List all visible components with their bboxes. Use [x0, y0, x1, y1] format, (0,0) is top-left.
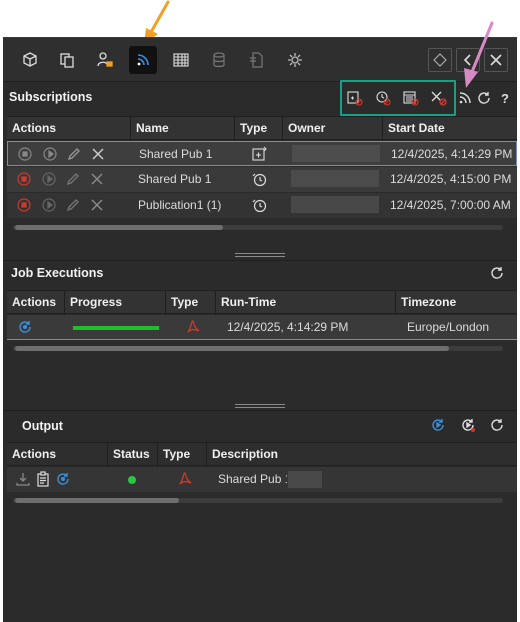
cube-icon[interactable]: [16, 46, 44, 74]
output-description: Shared Pub 1: [218, 472, 287, 486]
copy-icon[interactable]: [53, 46, 81, 74]
start-date: 12/4/2025, 4:14:29 PM: [391, 147, 513, 161]
column-header-progress[interactable]: Progress: [65, 291, 166, 315]
column-header-timezone[interactable]: Timezone: [396, 291, 517, 315]
table-row[interactable]: Shared Pub 1 12/4/2025, 4:14:29 PM: [7, 141, 517, 166]
delete-icon[interactable]: [89, 197, 105, 213]
column-header-owner[interactable]: Owner: [283, 117, 383, 141]
column-header-actions[interactable]: Actions: [7, 291, 65, 315]
column-header-description[interactable]: Description: [207, 443, 517, 467]
rerun-icon[interactable]: [55, 471, 71, 487]
rss-feed-icon[interactable]: [129, 46, 157, 74]
status-success-indicator: [128, 476, 136, 484]
refresh-icon[interactable]: [487, 415, 507, 435]
top-toolbar: [3, 38, 517, 82]
column-header-type[interactable]: Type: [235, 117, 283, 141]
run-icon[interactable]: [41, 197, 57, 213]
subscription-name: Shared Pub 1: [139, 147, 213, 161]
stop-icon[interactable]: [16, 171, 32, 187]
table-row[interactable]: 12/4/2025, 4:14:29 PM Europe/London: [7, 315, 517, 340]
subscription-name: Shared Pub 1: [138, 172, 212, 186]
pdf-icon: [185, 319, 201, 335]
job-executions-title: Job Executions: [11, 266, 104, 280]
refresh-run-icon[interactable]: [17, 319, 33, 335]
help-icon[interactable]: ?: [495, 88, 515, 108]
publication-type-icon: [252, 146, 268, 162]
run-icon[interactable]: [41, 171, 57, 187]
subscriptions-scrollbar-thumb[interactable]: [15, 225, 223, 230]
owner-redacted: [292, 145, 380, 162]
schedule-type-icon: [252, 197, 268, 213]
column-header-name[interactable]: Name: [131, 117, 235, 141]
annotation-arrow-pink: [464, 21, 494, 88]
column-header-type[interactable]: Type: [158, 443, 207, 467]
rerun-with-errors-icon[interactable]: [458, 415, 478, 435]
column-header-run-time[interactable]: Run-Time: [216, 291, 396, 315]
start-date: 12/4/2025, 4:15:00 PM: [390, 172, 512, 186]
table-row[interactable]: Shared Pub 1 12/4/2025, 4:15:00 PM: [7, 167, 517, 192]
table-row[interactable]: Publication1 (1) 12/4/2025, 7:00:00 AM: [7, 193, 517, 218]
stop-icon[interactable]: [17, 146, 33, 162]
column-header-actions[interactable]: Actions: [7, 117, 131, 141]
schedule-type-icon: [252, 171, 268, 187]
run-icon[interactable]: [42, 146, 58, 162]
rerun-icon[interactable]: [428, 415, 448, 435]
column-header-actions[interactable]: Actions: [7, 443, 108, 467]
edit-icon[interactable]: [65, 197, 81, 213]
job-executions-grid-header: Actions Progress Type Run-Time Timezone: [7, 290, 517, 315]
settings-icon[interactable]: [281, 46, 309, 74]
clipboard-icon[interactable]: [35, 471, 51, 487]
delete-icon[interactable]: [90, 146, 106, 162]
job-executions-scrollbar-thumb[interactable]: [15, 346, 449, 351]
document-icon[interactable]: [243, 46, 271, 74]
owner-redacted: [291, 196, 379, 213]
progress-bar: [73, 326, 159, 330]
user-lock-icon[interactable]: [91, 46, 119, 74]
grid-icon[interactable]: [167, 46, 195, 74]
output-grid-header: Actions Status Type Description: [7, 442, 517, 467]
download-icon[interactable]: [15, 471, 31, 487]
highlight-annotation-box: [340, 80, 456, 116]
subscriptions-title: Subscriptions: [9, 90, 93, 104]
start-date: 12/4/2025, 7:00:00 AM: [390, 198, 511, 212]
column-header-start-date[interactable]: Start Date: [383, 117, 517, 141]
table-row[interactable]: Shared Pub 1: [7, 467, 517, 492]
subscriptions-grid-header: Actions Name Type Owner Start Date: [7, 116, 517, 141]
description-redacted: [288, 471, 322, 488]
diamond-button[interactable]: [428, 48, 452, 72]
stop-icon[interactable]: [16, 197, 32, 213]
output-scrollbar-thumb[interactable]: [15, 498, 179, 503]
column-header-status[interactable]: Status: [108, 443, 158, 467]
splitter-handle[interactable]: [235, 253, 285, 257]
svg-text:?: ?: [501, 91, 509, 106]
subscription-name: Publication1 (1): [138, 198, 222, 212]
splitter-handle[interactable]: [235, 404, 285, 408]
owner-redacted: [291, 170, 379, 187]
edit-icon[interactable]: [66, 146, 82, 162]
output-title: Output: [22, 419, 63, 433]
pdf-icon: [177, 471, 193, 487]
database-icon[interactable]: [205, 46, 233, 74]
edit-icon[interactable]: [65, 171, 81, 187]
column-header-type[interactable]: Type: [166, 291, 216, 315]
main-panel: Subscriptions ? Actions Name Type Owner …: [3, 37, 517, 622]
run-time: 12/4/2025, 4:14:29 PM: [227, 320, 349, 334]
refresh-icon[interactable]: [487, 263, 507, 283]
delete-icon[interactable]: [89, 171, 105, 187]
timezone: Europe/London: [407, 320, 490, 334]
